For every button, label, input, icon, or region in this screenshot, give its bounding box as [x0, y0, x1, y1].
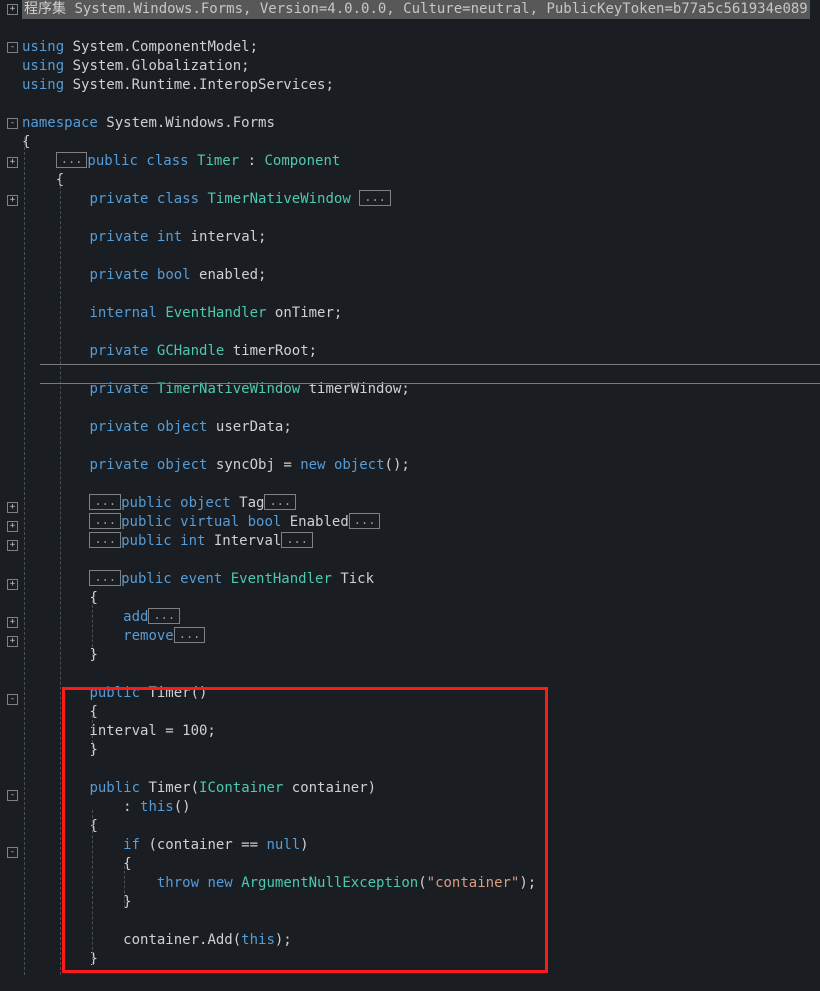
folded-region[interactable]: ...: [89, 513, 121, 529]
fold-toggle[interactable]: +: [7, 157, 18, 168]
if-statement: if (container == null): [20, 836, 820, 855]
using-directive: using System.Globalization;: [20, 57, 820, 76]
class-decl: ...public class Timer : Component: [20, 152, 820, 171]
field-decl: private TimerNativeWindow timerWindow;: [20, 380, 820, 399]
field-decl: private GCHandle timerRoot;: [20, 342, 820, 361]
event-decl: ...public event EventHandler Tick: [20, 570, 820, 589]
brace: }: [20, 646, 820, 665]
fold-toggle[interactable]: +: [7, 540, 18, 551]
code-area[interactable]: 程序集 System.Windows.Forms, Version=4.0.0.…: [20, 0, 820, 991]
fold-toggle[interactable]: -: [7, 42, 18, 53]
property-decl: ...public object Tag...: [20, 494, 820, 513]
folded-region[interactable]: ...: [89, 532, 121, 548]
fold-toggle[interactable]: +: [7, 502, 18, 513]
fold-toggle[interactable]: -: [7, 847, 18, 858]
brace: }: [20, 893, 820, 912]
statement: interval = 100;: [20, 722, 820, 741]
folded-region[interactable]: ...: [89, 570, 121, 586]
folded-region[interactable]: ...: [359, 190, 391, 206]
nested-class-decl: private class TimerNativeWindow ...: [20, 190, 820, 209]
fold-toggle[interactable]: +: [7, 195, 18, 206]
brace: }: [20, 741, 820, 760]
event-add: add...: [20, 608, 820, 627]
fold-toggle[interactable]: +: [7, 521, 18, 532]
folded-region[interactable]: ...: [148, 608, 180, 624]
fold-toggle[interactable]: +: [7, 4, 18, 15]
event-remove: remove...: [20, 627, 820, 646]
assembly-header: 程序集 System.Windows.Forms, Version=4.0.0.…: [20, 0, 820, 19]
field-decl: private int interval;: [20, 228, 820, 247]
throw-statement: throw new ArgumentNullException("contain…: [20, 874, 820, 893]
field-decl: private object syncObj = new object();: [20, 456, 820, 475]
fold-gutter: + - - + + + + + + + + - - -: [0, 0, 20, 991]
fold-toggle[interactable]: +: [7, 636, 18, 647]
fold-toggle[interactable]: -: [7, 118, 18, 129]
field-decl: private bool enabled;: [20, 266, 820, 285]
constructor-initializer: : this(): [20, 798, 820, 817]
brace: {: [20, 703, 820, 722]
brace: {: [20, 817, 820, 836]
constructor-decl: public Timer(IContainer container): [20, 779, 820, 798]
folded-region[interactable]: ...: [56, 152, 88, 168]
folded-region[interactable]: ...: [281, 532, 313, 548]
brace: }: [20, 950, 820, 969]
code-editor[interactable]: + - - + + + + + + + + - - - 程序集 System.W…: [0, 0, 820, 991]
method-call: container.Add(this);: [20, 931, 820, 950]
fold-toggle[interactable]: -: [7, 694, 18, 705]
folded-region[interactable]: ...: [89, 494, 121, 510]
property-decl: ...public int Interval...: [20, 532, 820, 551]
using-directive: using System.Runtime.InteropServices;: [20, 76, 820, 95]
fold-toggle[interactable]: +: [7, 579, 18, 590]
field-decl: private object userData;: [20, 418, 820, 437]
constructor-decl: public Timer(): [20, 684, 820, 703]
folded-region[interactable]: ...: [174, 627, 206, 643]
brace: {: [20, 171, 820, 190]
folded-region[interactable]: ...: [264, 494, 296, 510]
brace: {: [20, 589, 820, 608]
folded-region[interactable]: ...: [349, 513, 381, 529]
field-decl: internal EventHandler onTimer;: [20, 304, 820, 323]
fold-toggle[interactable]: +: [7, 617, 18, 628]
property-decl: ...public virtual bool Enabled...: [20, 513, 820, 532]
brace: {: [20, 133, 820, 152]
using-directive: using System.ComponentModel;: [20, 38, 820, 57]
fold-toggle[interactable]: -: [7, 790, 18, 801]
namespace-decl: namespace System.Windows.Forms: [20, 114, 820, 133]
brace: {: [20, 855, 820, 874]
